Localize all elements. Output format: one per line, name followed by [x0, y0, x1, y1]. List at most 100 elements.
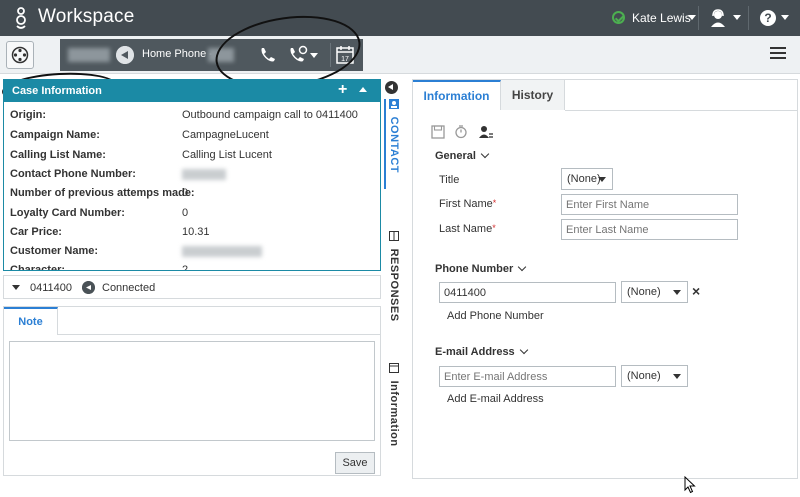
call-label: Home Phone -: [142, 48, 213, 60]
chevron-down-icon: [673, 290, 681, 295]
contact-card-icon: [389, 99, 399, 109]
case-value: Calling List Lucent: [182, 149, 272, 161]
last-name-field[interactable]: [561, 219, 738, 240]
chevron-down-icon[interactable]: [781, 15, 789, 20]
chevron-down-icon: [598, 177, 606, 182]
user-name[interactable]: Kate Lewis: [632, 11, 691, 25]
title-label: Title: [439, 174, 460, 186]
mouse-cursor-icon: [684, 476, 696, 494]
chevron-down-icon[interactable]: [688, 15, 696, 20]
case-key: Car Price:: [10, 226, 62, 238]
case-key: Campaign Name:: [10, 129, 100, 141]
section-email-title: E-mail Address: [435, 346, 515, 358]
chevron-down-icon: [519, 345, 528, 355]
workspace-home-icon: [11, 46, 29, 64]
divider: [58, 334, 380, 335]
phone-number-field[interactable]: [439, 282, 616, 303]
remove-phone-icon[interactable]: ×: [692, 283, 700, 299]
divider: [565, 110, 797, 111]
contact-panel: Information History General Title (None)…: [412, 79, 798, 479]
chevron-down-icon[interactable]: [310, 53, 318, 58]
email-field[interactable]: [439, 366, 616, 387]
title-select-value: (None): [567, 173, 601, 185]
add-field-icon[interactable]: +: [338, 81, 347, 99]
party-connection-bar[interactable]: 0411400 Connected: [3, 275, 381, 299]
case-key: Character:: [10, 264, 66, 271]
phone-hangup-icon[interactable]: [258, 45, 278, 65]
phone-type-value: (None): [627, 286, 661, 298]
manage-contact-icon[interactable]: [479, 125, 493, 139]
tab-contact[interactable]: CONTACT: [384, 99, 400, 189]
ready-status-icon[interactable]: [612, 11, 625, 24]
case-key: Origin:: [10, 109, 47, 121]
active-call-strip[interactable]: Home Phone - 17: [60, 39, 363, 71]
email-type-value: (None): [627, 370, 661, 382]
case-value: 10.31: [182, 226, 210, 238]
phone-consult-icon[interactable]: [288, 45, 308, 65]
tab-information[interactable]: Information: [413, 80, 501, 110]
case-information-title: Case Information: [12, 85, 102, 97]
collapse-icon[interactable]: [359, 87, 367, 92]
add-email-address-link[interactable]: Add E-mail Address: [447, 393, 544, 405]
schedule-callback-button[interactable]: 17: [330, 43, 354, 67]
save-button[interactable]: Save: [335, 452, 375, 474]
app-header: Workspace Kate Lewis ?: [0, 0, 800, 36]
home-button[interactable]: [6, 41, 34, 69]
agent-headset-icon[interactable]: [708, 8, 728, 28]
divider: [748, 6, 749, 30]
interaction-bar: Home Phone - 17: [0, 36, 800, 74]
section-phone[interactable]: Phone Number: [435, 262, 527, 275]
case-key: Number of previous attemps made:: [10, 187, 195, 199]
case-value: CampagneLucent: [182, 129, 269, 141]
case-value: 0: [182, 207, 189, 219]
tab-contact-label: CONTACT: [388, 116, 400, 174]
email-type-select[interactable]: (None): [621, 365, 688, 387]
side-tab-strip: CONTACT RESPONSES Information: [383, 79, 401, 479]
hamburger-menu-icon[interactable]: [770, 47, 786, 61]
chevron-down-icon[interactable]: [12, 285, 20, 290]
chevron-down-icon: [480, 149, 490, 159]
phone-type-select[interactable]: (None): [621, 281, 688, 303]
genesys-logo-icon: [16, 7, 26, 29]
connected-status-icon: [82, 281, 95, 294]
redacted-value: [182, 169, 226, 180]
title-select[interactable]: (None): [561, 168, 613, 190]
section-general-title: General: [435, 150, 476, 162]
section-general[interactable]: General: [435, 149, 490, 162]
connection-status: Connected: [102, 282, 156, 294]
divider: [698, 6, 699, 30]
case-information-header: Case Information +: [4, 80, 380, 102]
last-name-label: Last Name*: [439, 223, 496, 235]
party-number: 0411400: [30, 282, 73, 294]
save-disk-icon[interactable]: [431, 125, 445, 139]
redacted-value: [182, 246, 262, 257]
case-key: Calling List Name:: [10, 149, 106, 161]
reset-icon[interactable]: [454, 125, 468, 139]
tab-responses[interactable]: RESPONSES: [384, 231, 400, 322]
first-name-label: First Name*: [439, 198, 497, 210]
book-icon: [389, 231, 399, 241]
case-key: Customer Name:: [10, 245, 99, 257]
redacted-contact: [68, 48, 110, 62]
redacted-number: [208, 48, 234, 62]
case-information-panel: Case Information + Origin: Outbound camp…: [3, 79, 381, 271]
chevron-down-icon: [517, 262, 527, 272]
svg-text:17: 17: [341, 56, 349, 63]
help-icon[interactable]: ?: [760, 10, 776, 26]
collapse-left-icon[interactable]: [385, 81, 398, 94]
chevron-down-icon: [673, 374, 681, 379]
tab-information-label: Information: [388, 380, 400, 447]
info-panel-icon: [389, 363, 399, 373]
case-value: 0: [182, 187, 189, 199]
add-phone-number-link[interactable]: Add Phone Number: [447, 310, 544, 322]
case-value: 2: [182, 264, 189, 271]
tab-history[interactable]: History: [501, 80, 565, 110]
case-key: Loyalty Card Number:: [10, 207, 125, 219]
chevron-down-icon[interactable]: [733, 15, 741, 20]
case-value: Outbound campaign call to 0411400: [182, 109, 358, 121]
first-name-field[interactable]: [561, 194, 738, 215]
note-textarea[interactable]: [9, 341, 375, 441]
section-email[interactable]: E-mail Address: [435, 345, 528, 358]
tab-information[interactable]: Information: [384, 363, 400, 447]
tab-note[interactable]: Note: [4, 307, 58, 335]
